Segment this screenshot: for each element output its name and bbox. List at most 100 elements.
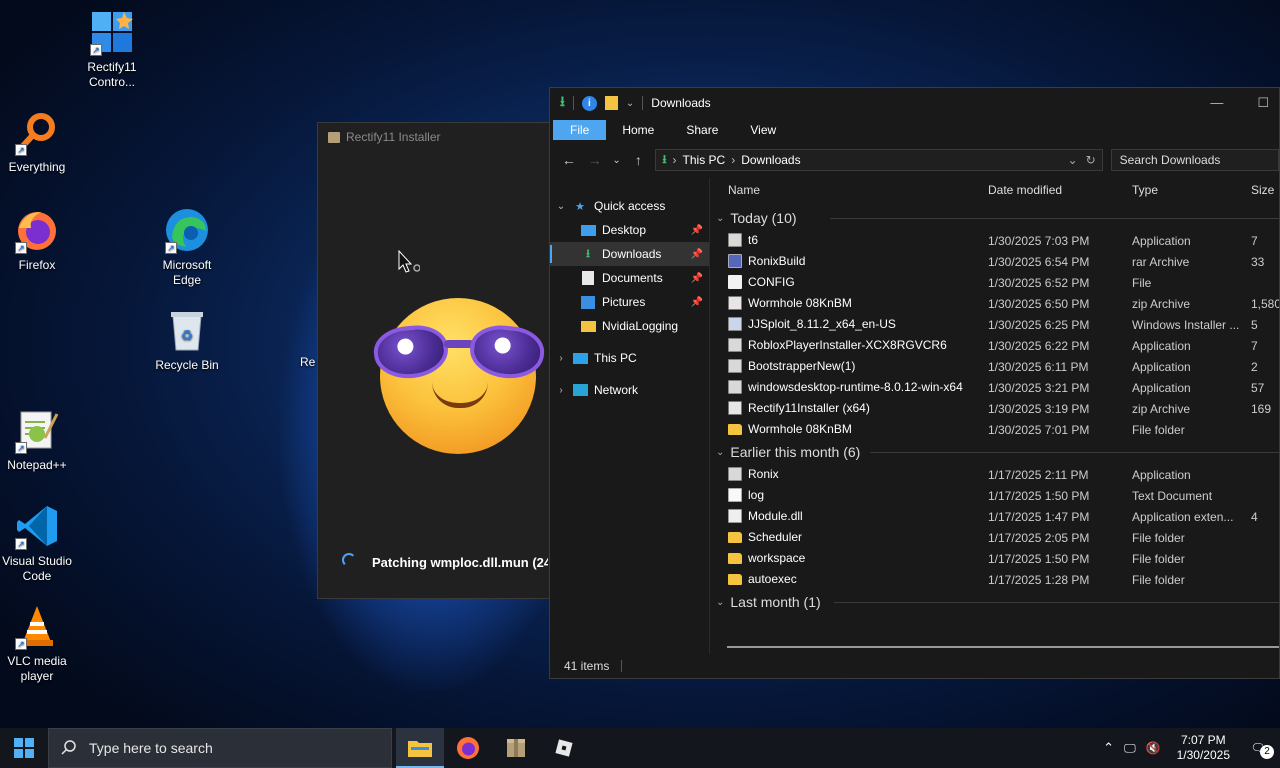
recent-locations-icon[interactable]: ⌄ (612, 155, 622, 166)
file-row[interactable]: Rectify11Installer (x64) 1/30/2025 3:19 P… (710, 398, 1279, 419)
chevron-right-icon[interactable]: › (550, 353, 572, 364)
new-folder-icon[interactable] (604, 96, 618, 110)
column-name[interactable]: Name (728, 183, 760, 197)
file-row[interactable]: CONFIG 1/30/2025 6:52 PM File (710, 272, 1279, 293)
tab-share[interactable]: Share (670, 120, 734, 140)
app-file-icon (728, 467, 742, 481)
nav-documents[interactable]: Documents 📌 (550, 266, 709, 290)
desktop-icon-vlc[interactable]: ↗ VLC media player (0, 602, 74, 684)
column-type[interactable]: Type (1132, 183, 1158, 197)
file-row[interactable]: Wormhole 08KnBM 1/30/2025 7:01 PM File fol… (710, 419, 1279, 440)
chevron-down-icon: ⌄ (716, 596, 725, 608)
taskbar-firefox[interactable] (444, 728, 492, 768)
file-row[interactable]: JJSploit_8.11.2_x64_en-US 1/30/2025 6:25 … (710, 314, 1279, 335)
properties-icon[interactable]: i (581, 95, 597, 111)
group-header-today[interactable]: ⌄ Today (10) (710, 206, 1279, 230)
address-dropdown-icon[interactable]: ⌄ (1068, 153, 1078, 167)
file-explorer-window[interactable]: ⭳ i ⌄ Downloads — ☐ File Home Share View… (549, 87, 1280, 679)
up-arrow-icon[interactable]: ↑ (630, 152, 648, 168)
chevron-down-icon[interactable]: ⌄ (550, 201, 572, 212)
maximize-button[interactable]: ☐ (1257, 95, 1269, 111)
file-list: Name Date modified Type Size ⌄ Today (10… (710, 178, 1279, 654)
file-type: rar Archive (1132, 255, 1190, 269)
address-bar[interactable]: ⭳ › This PC › Downloads ⌄ ↻ (655, 149, 1103, 171)
file-row[interactable]: BootstrapperNew(1) 1/30/2025 6:11 PM Appli… (710, 356, 1279, 377)
file-name: BootstrapperNew(1) (748, 359, 856, 373)
nav-downloads[interactable]: ⭳ Downloads 📌 (550, 242, 709, 266)
explorer-body: ⌄ ★ Quick access Desktop 📌 ⭳ Downloads 📌… (550, 178, 1279, 654)
desktop-icon-edge[interactable]: ↗ Microsoft Edge (150, 206, 224, 288)
tab-view[interactable]: View (734, 120, 792, 140)
vscode-icon: ↗ (13, 502, 61, 550)
file-row[interactable]: autoexec 1/17/2025 1:28 PM File folder (710, 569, 1279, 590)
nav-this-pc[interactable]: › This PC (550, 346, 709, 370)
forward-arrow-icon[interactable]: → (586, 152, 604, 168)
file-date: 1/30/2025 6:54 PM (988, 255, 1090, 269)
display-icon[interactable]: 🖵 (1124, 741, 1136, 756)
file-date: 1/17/2025 1:50 PM (988, 489, 1090, 503)
file-row[interactable]: t6 1/30/2025 7:03 PM Application 7 (710, 230, 1279, 251)
file-row[interactable]: Ronix 1/17/2025 2:11 PM Application (710, 464, 1279, 485)
desktop-icon-label: Notepad++ (7, 458, 67, 472)
file-date: 1/17/2025 1:28 PM (988, 573, 1090, 587)
column-size[interactable]: Size (1251, 183, 1274, 197)
file-row[interactable]: workspace 1/17/2025 1:50 PM File folder (710, 548, 1279, 569)
file-row[interactable]: windowsdesktop-runtime-8.0.12-win-x64 1/3… (710, 377, 1279, 398)
taskbar-installer[interactable] (492, 728, 540, 768)
system-tray: ⌃ 🖵 🔇 7:07 PM 1/30/2025 🗨 2 (1103, 733, 1280, 763)
file-date: 1/30/2025 3:19 PM (988, 402, 1090, 416)
file-row[interactable]: Wormhole 08KnBM 1/30/2025 6:50 PM zip Arch… (710, 293, 1279, 314)
chevron-right-icon[interactable]: › (550, 385, 572, 396)
group-header-last-month[interactable]: ⌄ Last month (1) (710, 590, 1279, 614)
navigation-pane: ⌄ ★ Quick access Desktop 📌 ⭳ Downloads 📌… (550, 178, 710, 654)
file-row[interactable]: RobloxPlayerInstaller-XCX8RGVCR6 1/30/202… (710, 335, 1279, 356)
back-arrow-icon[interactable]: ← (560, 152, 578, 168)
installer-titlebar[interactable]: Rectify11 Installer (318, 123, 556, 151)
file-name: CONFIG (748, 275, 795, 289)
file-row[interactable]: Module.dll 1/17/2025 1:47 PM Application e… (710, 506, 1279, 527)
clock[interactable]: 7:07 PM 1/30/2025 (1177, 733, 1230, 763)
customize-quick-access-icon[interactable]: ⌄ (626, 98, 634, 109)
column-date-modified[interactable]: Date modified (988, 183, 1062, 197)
notification-center-button[interactable]: 🗨 2 (1246, 741, 1274, 759)
taskbar-file-explorer[interactable] (396, 728, 444, 768)
nav-quick-access[interactable]: ⌄ ★ Quick access (550, 194, 709, 218)
clock-date: 1/30/2025 (1176, 748, 1230, 762)
explorer-titlebar[interactable]: ⭳ i ⌄ Downloads — ☐ (550, 88, 1279, 118)
breadcrumb-downloads[interactable]: Downloads (741, 153, 800, 167)
desktop-icon-recycle-bin[interactable]: ♻ Recycle Bin (150, 306, 224, 373)
desktop-icon-notepadpp[interactable]: ↗ Notepad++ (0, 406, 74, 473)
nav-network[interactable]: › Network (550, 378, 709, 402)
documents-folder-icon (580, 271, 596, 285)
refresh-icon[interactable]: ↻ (1086, 153, 1096, 167)
nav-nvidialogging[interactable]: NvidiaLogging (550, 314, 709, 338)
tab-file[interactable]: File (553, 120, 607, 140)
file-row[interactable]: RonixBuild 1/30/2025 6:54 PM rar Archive 33 (710, 251, 1279, 272)
desktop-icon-everything[interactable]: ↗ Everything (0, 108, 74, 175)
breadcrumb-this-pc[interactable]: This PC (683, 153, 726, 167)
file-name: RonixBuild (748, 254, 806, 268)
nav-pictures[interactable]: Pictures 📌 (550, 290, 709, 314)
search-input[interactable]: Search Downloads (1110, 149, 1279, 171)
group-header-earlier[interactable]: ⌄ Earlier this month (6) (710, 440, 1279, 464)
minimize-button[interactable]: — (1210, 95, 1223, 111)
installer-window[interactable]: Rectify11 Installer Patching wmploc.dll.… (317, 122, 557, 599)
file-row[interactable]: Scheduler 1/17/2025 2:05 PM File folder (710, 527, 1279, 548)
taskbar-roblox[interactable] (540, 728, 588, 768)
show-hidden-icons-icon[interactable]: ⌃ (1103, 740, 1114, 756)
volume-muted-icon[interactable]: 🔇 (1146, 741, 1161, 755)
file-name: log (748, 488, 765, 502)
download-arrow-icon[interactable]: ⭳ (560, 91, 565, 115)
downloads-folder-icon: ⭳ (586, 247, 590, 260)
start-button[interactable] (0, 728, 48, 768)
file-row[interactable]: log 1/17/2025 1:50 PM Text Document (710, 485, 1279, 506)
desktop-icon-rectify11-control[interactable]: ↗ Rectify11 Contro... (75, 8, 149, 90)
file-name: Scheduler (748, 530, 803, 544)
desktop-icon-firefox[interactable]: ↗ Firefox (0, 206, 74, 273)
file-size: 57 (1251, 381, 1265, 395)
nav-desktop[interactable]: Desktop 📌 (550, 218, 709, 242)
taskbar-search-input[interactable]: Type here to search (48, 728, 392, 768)
desktop-icon-vscode[interactable]: ↗ Visual Studio Code (0, 502, 74, 584)
horizontal-scrollbar[interactable] (727, 646, 1279, 648)
tab-home[interactable]: Home (606, 120, 670, 140)
